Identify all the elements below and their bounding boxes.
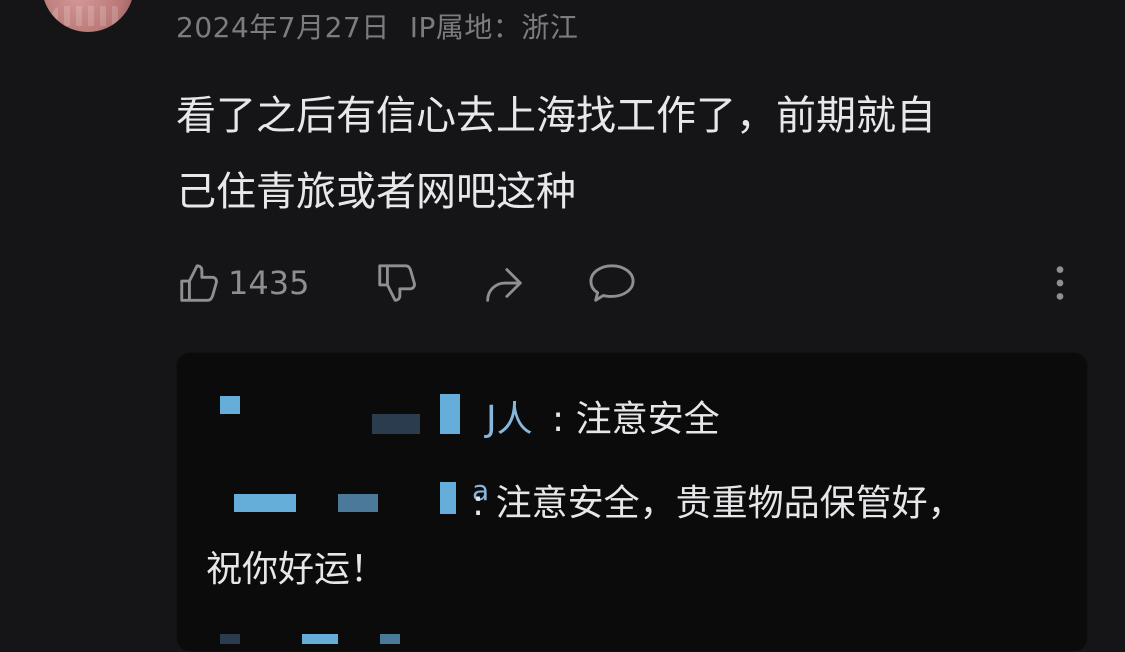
reply-text: : 注意安全 <box>552 399 720 440</box>
ip-location: IP属地：浙江 <box>409 11 579 44</box>
share-icon <box>480 260 526 306</box>
share-button[interactable] <box>480 256 526 310</box>
mosaic-blur <box>220 396 240 414</box>
comment-icon <box>586 260 638 306</box>
comment-actions: 1435 <box>176 256 1086 310</box>
thumb-up-icon <box>176 260 222 306</box>
comment-line-2: 己住青旅或者网吧这种 <box>176 169 576 215</box>
reply-username[interactable]: J人 <box>486 390 533 442</box>
avatar[interactable] <box>42 0 134 32</box>
comment-date: 2024年7月27日 <box>176 11 390 44</box>
comment-text: 看了之后有信心去上海找工作了，前期就自 己住青旅或者网吧这种 <box>176 78 1066 230</box>
like-button[interactable]: 1435 <box>176 256 309 310</box>
mosaic-blur <box>440 394 460 434</box>
comment-line-1: 看了之后有信心去上海找工作了，前期就自 <box>176 93 936 139</box>
mosaic-blur <box>400 414 420 434</box>
mosaic-blur <box>234 494 296 512</box>
mosaic-blur <box>440 482 456 514</box>
reply-preview-panel[interactable]: J人 : 注意安全 a : 注意安全，贵重物品保管好， 祝你好运！ <box>176 352 1088 652</box>
comment-meta: 2024年7月27日 IP属地：浙江 <box>176 6 578 46</box>
like-count: 1435 <box>228 264 310 302</box>
more-icon <box>1048 260 1072 306</box>
reply-text-continued: 祝你好运！ <box>206 549 387 590</box>
mosaic-blur <box>372 414 400 434</box>
reply-text: : 注意安全，贵重物品保管好， <box>472 483 964 524</box>
more-options-button[interactable] <box>1048 256 1072 310</box>
thumb-down-icon <box>374 260 420 306</box>
mosaic-blur <box>338 494 378 512</box>
dislike-button[interactable] <box>374 256 420 310</box>
reply-button[interactable] <box>586 256 638 310</box>
